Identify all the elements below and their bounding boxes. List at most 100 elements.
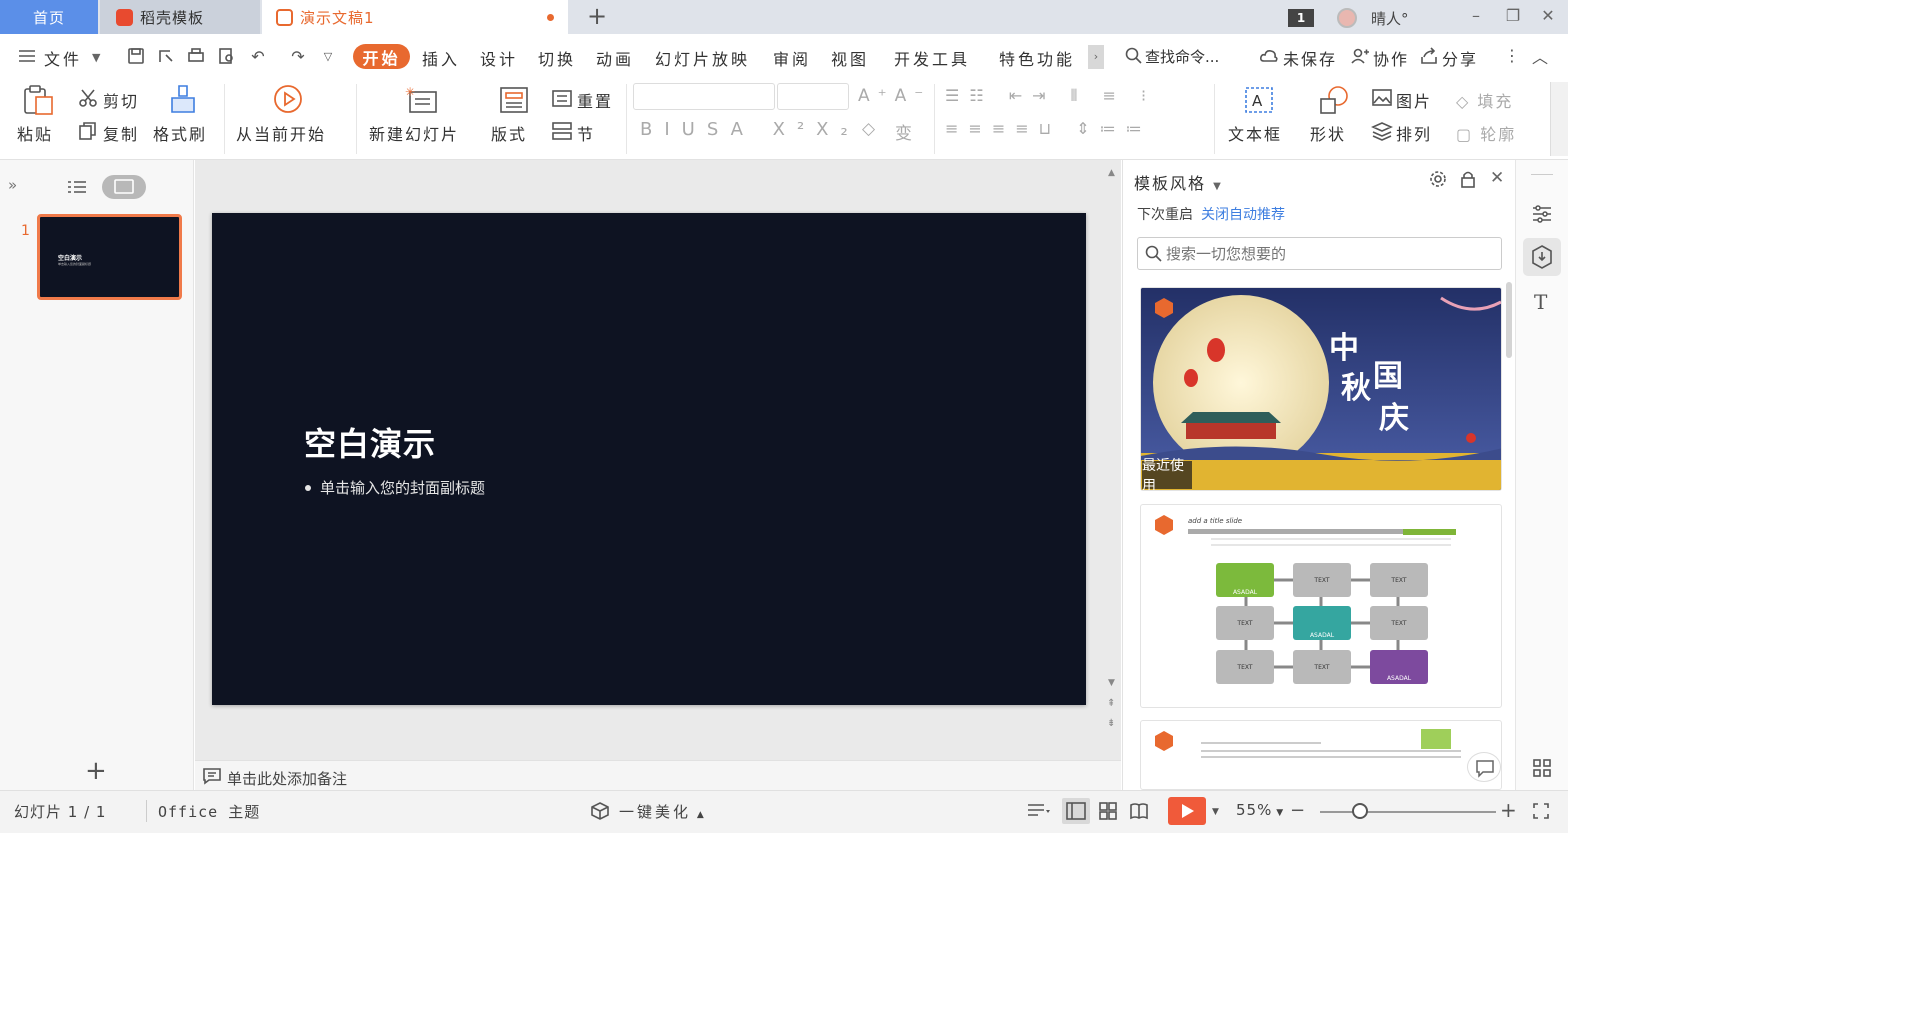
arrange-icon[interactable] bbox=[1371, 121, 1393, 145]
arrange-button[interactable]: 排列 bbox=[1396, 121, 1432, 145]
template-style-tool[interactable] bbox=[1523, 238, 1561, 276]
more-icon[interactable]: ⋮ bbox=[1504, 46, 1520, 65]
template-card-mid-autumn[interactable]: 中 秋 国 庆 最近使用 bbox=[1140, 287, 1502, 491]
layout-icon[interactable] bbox=[499, 86, 529, 118]
redo-icon[interactable]: ↷ bbox=[288, 47, 308, 67]
window-count-badge[interactable]: 1 bbox=[1288, 9, 1314, 27]
notes-toggle-icon[interactable] bbox=[1026, 802, 1052, 824]
menu-special[interactable]: 特色功能 bbox=[999, 46, 1075, 70]
section-icon[interactable] bbox=[551, 121, 573, 145]
menu-scroll-right-icon[interactable]: › bbox=[1088, 45, 1104, 69]
outline-view-icon[interactable] bbox=[67, 179, 87, 199]
hamburger-icon[interactable] bbox=[18, 48, 36, 68]
textbox-icon[interactable]: A bbox=[1244, 86, 1274, 118]
scroll-down-icon[interactable]: ▼ bbox=[1108, 678, 1115, 688]
minimize-icon[interactable]: – bbox=[1466, 6, 1486, 25]
zoom-level[interactable]: 55% ▼ bbox=[1236, 801, 1284, 819]
collapse-ribbon-icon[interactable]: ︿ bbox=[1532, 44, 1548, 68]
menu-animation[interactable]: 动画 bbox=[596, 46, 634, 70]
tab-document[interactable]: 演示文稿1 bbox=[262, 0, 568, 34]
settings-icon[interactable] bbox=[1429, 170, 1447, 192]
font-grow-shrink-icon[interactable]: A⁺A⁻ bbox=[858, 86, 931, 106]
template-panel-scrollbar[interactable] bbox=[1506, 282, 1512, 358]
normal-view-button[interactable] bbox=[1062, 798, 1090, 824]
format-painter-icon[interactable] bbox=[169, 84, 197, 120]
zoom-in-icon[interactable]: + bbox=[1500, 800, 1517, 820]
template-card-asadal[interactable]: add a title slide ASADAL TEXT TEXT TEXT … bbox=[1140, 504, 1502, 708]
layout-button[interactable]: 版式 bbox=[491, 121, 527, 145]
close-icon[interactable]: ✕ bbox=[1538, 6, 1558, 25]
ribbon-scroll[interactable] bbox=[1550, 82, 1568, 156]
slide-sorter-icon[interactable] bbox=[1098, 801, 1118, 825]
reset-icon[interactable] bbox=[551, 88, 573, 112]
menu-slideshow[interactable]: 幻灯片放映 bbox=[655, 46, 750, 70]
tab-home[interactable]: 首页 bbox=[0, 0, 98, 34]
beautify-icon[interactable] bbox=[590, 801, 610, 825]
reading-view-icon[interactable] bbox=[1129, 801, 1149, 825]
unsaved-status[interactable]: 未保存 bbox=[1283, 46, 1337, 70]
restore-icon[interactable]: ❐ bbox=[1503, 6, 1523, 25]
add-slide-icon[interactable]: + bbox=[85, 756, 107, 786]
menu-transition[interactable]: 切换 bbox=[538, 46, 576, 70]
next-slide-icon[interactable]: ⇟ bbox=[1107, 718, 1115, 729]
search-icon[interactable] bbox=[1125, 47, 1143, 69]
apps-grid-icon[interactable] bbox=[1532, 758, 1552, 782]
play-slideshow-button[interactable] bbox=[1168, 797, 1206, 825]
command-search[interactable]: 查找命令... bbox=[1145, 46, 1219, 67]
collab-button[interactable]: 协作 bbox=[1373, 46, 1409, 70]
close-panel-icon[interactable]: ✕ bbox=[1490, 168, 1504, 188]
play-circle-icon[interactable] bbox=[273, 84, 303, 118]
menu-design[interactable]: 设计 bbox=[480, 46, 518, 70]
pinyin-icon[interactable]: 变 bbox=[895, 119, 914, 144]
scissors-icon[interactable] bbox=[78, 88, 98, 112]
shape-icon[interactable] bbox=[1318, 85, 1350, 119]
textbox-button[interactable]: 文本框 bbox=[1228, 121, 1282, 145]
prev-slide-icon[interactable]: ⇞ bbox=[1107, 698, 1115, 709]
text-format-icons[interactable]: BIUSA X²X₂ bbox=[640, 119, 860, 140]
template-panel-title[interactable]: 模板风格 ▼ bbox=[1134, 170, 1223, 194]
menu-file[interactable]: 文件 bbox=[44, 46, 82, 70]
fill-button[interactable]: ◇ 填充 bbox=[1456, 88, 1513, 112]
fit-window-icon[interactable] bbox=[1532, 802, 1550, 824]
add-tab-icon[interactable]: + bbox=[586, 4, 608, 28]
scroll-up-icon[interactable]: ▲ bbox=[1108, 168, 1115, 178]
lock-icon[interactable] bbox=[1459, 170, 1477, 192]
print-preview-icon[interactable] bbox=[217, 47, 237, 67]
print-icon[interactable] bbox=[186, 47, 206, 67]
menu-review[interactable]: 审阅 bbox=[773, 46, 811, 70]
slide-thumbnail[interactable]: 空白演示 单击输入您的封面副标题 bbox=[37, 214, 182, 300]
user-name[interactable]: 晴人° bbox=[1371, 8, 1409, 29]
tab-templates[interactable]: 稻壳模板 bbox=[100, 0, 260, 34]
copy-button[interactable]: 复制 bbox=[103, 121, 139, 145]
slide-subtitle[interactable]: 单击输入您的封面副标题 bbox=[305, 477, 485, 498]
paragraph-list-icons[interactable]: ☰☷ ⇤⇥ ⫴ ≡ ⁝ bbox=[945, 86, 1156, 106]
play-from-current-button[interactable]: 从当前开始 bbox=[236, 121, 326, 145]
avatar[interactable] bbox=[1337, 8, 1357, 28]
zoom-slider[interactable] bbox=[1320, 811, 1496, 813]
new-slide-icon[interactable]: ✳ bbox=[405, 85, 439, 118]
template-card-partial[interactable] bbox=[1140, 720, 1502, 790]
text-tool-icon[interactable]: T bbox=[1534, 290, 1547, 314]
properties-icon[interactable] bbox=[1532, 204, 1552, 228]
picture-icon[interactable] bbox=[1371, 88, 1393, 112]
share-button[interactable]: 分享 bbox=[1442, 46, 1478, 70]
reset-button[interactable]: 重置 bbox=[577, 88, 613, 112]
eraser-icon[interactable]: ◇ bbox=[862, 119, 877, 139]
slides-view-toggle[interactable] bbox=[102, 175, 146, 199]
play-options-icon[interactable]: ▼ bbox=[1212, 807, 1219, 817]
shape-button[interactable]: 形状 bbox=[1310, 121, 1346, 145]
font-family-select[interactable] bbox=[633, 83, 775, 110]
menu-insert[interactable]: 插入 bbox=[422, 46, 460, 70]
paragraph-align-icons[interactable]: ≡≡≡≡⊔ ⇕≔≔ bbox=[945, 119, 1152, 138]
customize-qa-icon[interactable]: ▽ bbox=[318, 47, 338, 67]
output-icon[interactable] bbox=[156, 47, 176, 67]
save-icon[interactable] bbox=[126, 47, 146, 67]
section-button[interactable]: 节 bbox=[577, 121, 595, 145]
slide[interactable]: 空白演示 单击输入您的封面副标题 bbox=[212, 213, 1086, 705]
zoom-out-icon[interactable]: − bbox=[1290, 802, 1305, 820]
picture-button[interactable]: 图片 bbox=[1396, 88, 1432, 112]
cut-button[interactable]: 剪切 bbox=[103, 88, 139, 112]
menu-start[interactable]: 开始 bbox=[353, 44, 410, 69]
template-search-input[interactable] bbox=[1166, 243, 1486, 265]
menu-view[interactable]: 视图 bbox=[831, 46, 869, 70]
